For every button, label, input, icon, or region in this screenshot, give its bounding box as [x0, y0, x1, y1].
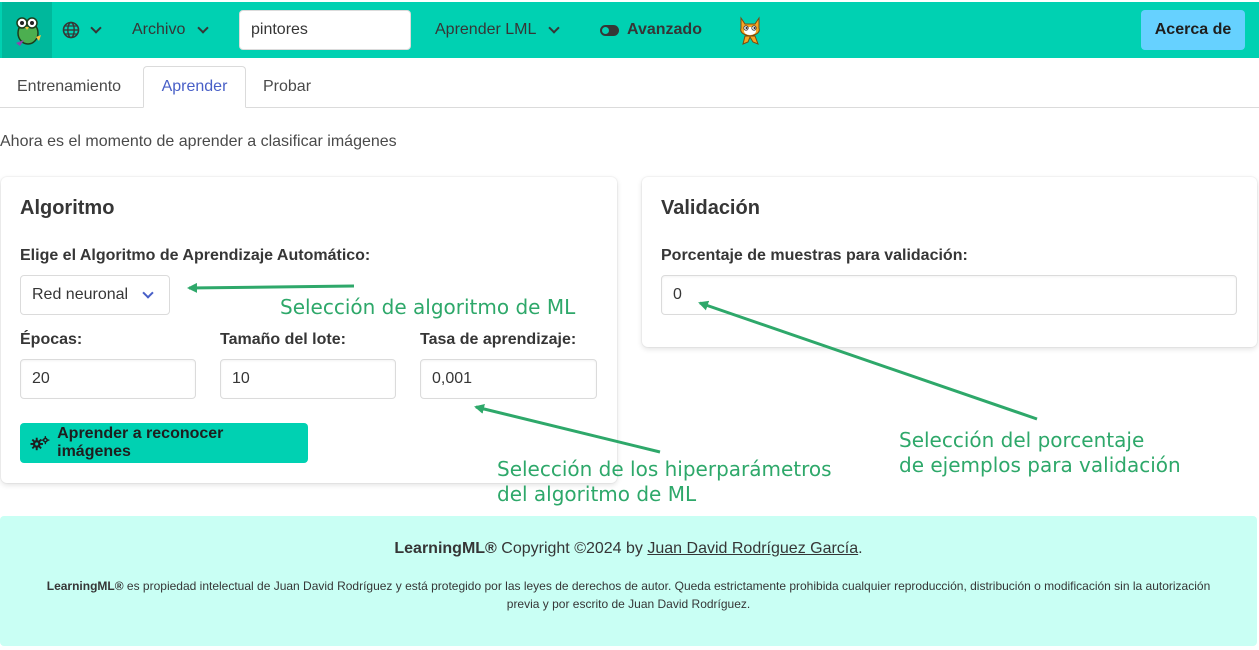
chevron-down-icon	[142, 286, 154, 299]
annotation-hyperparameters-line2: del algoritmo de ML	[497, 482, 697, 506]
language-menu[interactable]	[62, 2, 102, 58]
footer: LearningML® Copyright ©2024 by Juan Davi…	[0, 516, 1257, 646]
annotation-algorithm: Selección de algoritmo de ML	[280, 295, 576, 319]
annotation-validation-line2: de ejemplos para validación	[899, 453, 1181, 477]
chevron-down-icon	[548, 21, 561, 34]
footer-legal-notice: LearningML® es propiedad intelectual de …	[30, 577, 1227, 613]
cogs-icon	[30, 436, 50, 451]
algorithm-card: Algoritmo Elige el Algoritmo de Aprendiz…	[1, 177, 617, 483]
intro-text: Ahora es el momento de aprender a clasif…	[0, 133, 397, 150]
learning-rate-label: Tasa de aprendizaje:	[420, 331, 577, 348]
chevron-down-icon	[197, 21, 210, 34]
chevron-down-icon	[90, 21, 102, 34]
footer-notice-text: es propiedad intelectual de Juan David R…	[123, 579, 1211, 611]
annotation-validation-line1: Selección del porcentaje	[899, 428, 1145, 452]
scratch-cat-icon	[740, 16, 760, 45]
footer-brand: LearningML®	[394, 540, 497, 557]
validation-card-title: Validación	[661, 197, 760, 219]
validation-card: Validación Porcentaje de muestras para v…	[642, 177, 1257, 347]
learn-lml-menu[interactable]: Aprender LML	[435, 2, 561, 58]
learning-rate-input[interactable]: 0,001	[420, 359, 597, 399]
file-menu-label: Archivo	[132, 21, 186, 38]
footer-copyright: LearningML® Copyright ©2024 by Juan Davi…	[0, 540, 1257, 558]
top-navbar: Archivo Aprender LML Avanzado Acerca de	[0, 2, 1259, 58]
validation-percent-label: Porcentaje de muestras para validación:	[661, 247, 968, 264]
tab-test[interactable]: Probar	[247, 66, 327, 108]
tab-training[interactable]: Entrenamiento	[1, 66, 137, 108]
footer-notice-brand: LearningML®	[46, 579, 124, 593]
validation-percent-input[interactable]: 0	[661, 275, 1237, 315]
about-button[interactable]: Acerca de	[1141, 10, 1245, 50]
footer-author-link[interactable]: Juan David Rodríguez García	[647, 540, 858, 557]
app-logo[interactable]	[2, 2, 52, 58]
algorithm-select-value: Red neuronal	[32, 286, 129, 303]
globe-icon	[62, 21, 80, 39]
tab-learn[interactable]: Aprender	[143, 66, 246, 108]
scratch-link[interactable]	[735, 2, 765, 58]
toggle-icon	[600, 24, 619, 36]
algorithm-select-label: Elige el Algoritmo de Aprendizaje Automá…	[20, 247, 371, 264]
algorithm-select[interactable]: Red neuronal	[20, 275, 170, 315]
file-menu[interactable]: Archivo	[132, 2, 210, 58]
learn-lml-menu-label: Aprender LML	[435, 21, 537, 38]
owl-logo-icon	[16, 17, 41, 46]
epochs-input[interactable]: 20	[20, 359, 196, 399]
algorithm-card-title: Algoritmo	[20, 197, 115, 219]
annotation-hyperparameters-line1: Selección de los hiperparámetros	[497, 457, 832, 481]
learn-images-button[interactable]: Aprender a reconocer imágenes	[20, 423, 308, 463]
batch-size-input[interactable]: 10	[220, 359, 396, 399]
learn-images-button-label: Aprender a reconocer imágenes	[57, 425, 224, 460]
project-name-input[interactable]	[239, 10, 411, 50]
epochs-label: Épocas:	[20, 331, 83, 348]
advanced-mode-label: Avanzado	[627, 21, 702, 38]
advanced-mode-toggle[interactable]: Avanzado	[600, 2, 702, 58]
footer-period: .	[858, 540, 863, 557]
tab-bar: Entrenamiento Aprender Probar	[0, 66, 1259, 108]
batch-size-label: Tamaño del lote:	[220, 331, 346, 348]
footer-copyright-text: Copyright ©2024 by	[496, 540, 648, 557]
